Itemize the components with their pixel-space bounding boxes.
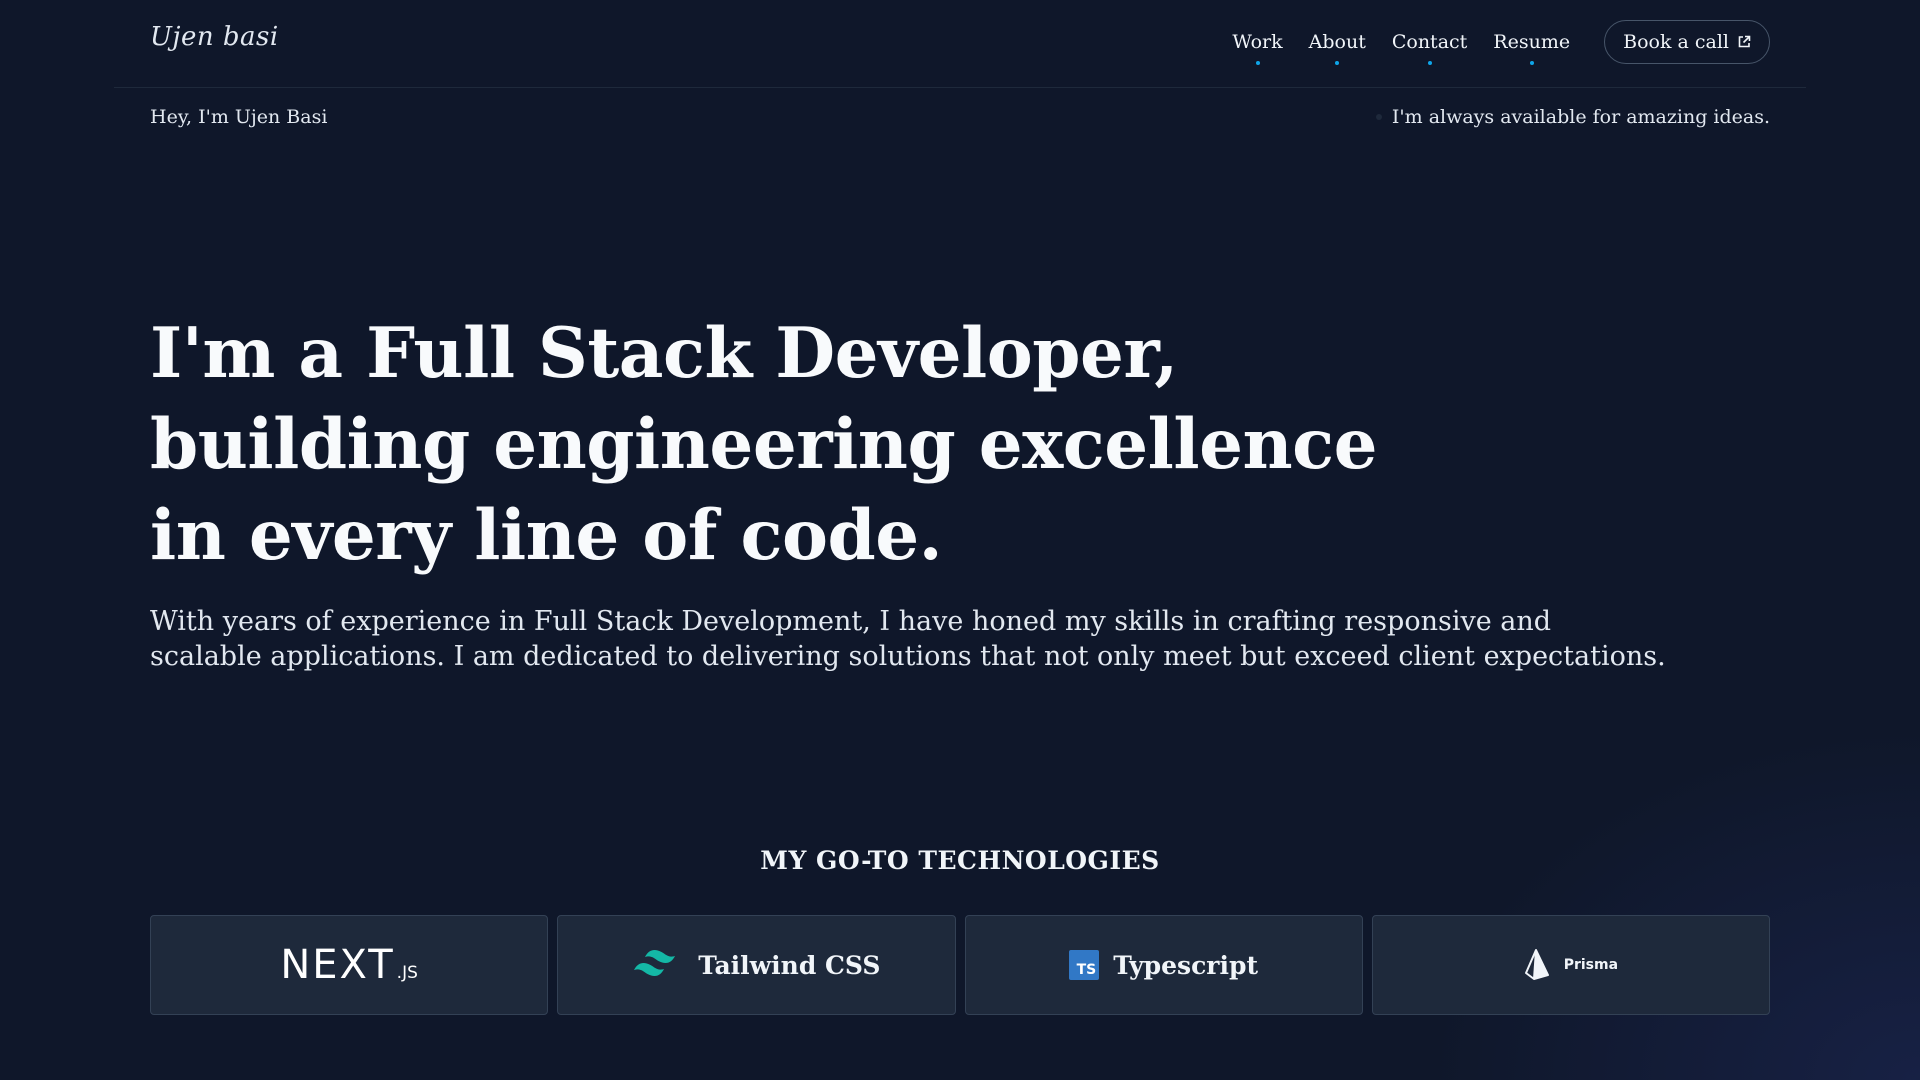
book-a-call-label: Book a call	[1623, 31, 1729, 53]
external-link-icon	[1738, 35, 1751, 48]
nav-link-work[interactable]: Work	[1232, 21, 1283, 65]
nav-link-about[interactable]: About	[1308, 21, 1366, 65]
main-nav: Work About Contact Resume Book a call	[1206, 20, 1770, 65]
tech-label: Typescript	[1113, 950, 1258, 980]
hero-description-line: scalable applications. I am dedicated to…	[150, 641, 1666, 672]
site-header: Ujen basi Work About Contact Resume Book…	[114, 0, 1806, 88]
tech-label: Prisma	[1563, 957, 1619, 973]
hero-title-line: in every line of code.	[150, 495, 943, 576]
nav-link-label: Contact	[1391, 31, 1468, 53]
nav-link-label: Work	[1232, 31, 1283, 53]
hero-title-line: I'm a Full Stack Developer,	[150, 313, 1178, 394]
technologies-heading: MY GO-TO TECHNOLOGIES	[760, 846, 1160, 875]
tailwind-icon	[634, 949, 676, 977]
greeting-text: Hey, I'm Ujen Basi	[150, 106, 328, 128]
nav-link-label: Resume	[1493, 31, 1571, 53]
typescript-icon: TS	[1069, 950, 1100, 980]
hero-title: I'm a Full Stack Developer, building eng…	[150, 308, 1450, 581]
availability-status: I'm always available for amazing ideas.	[1375, 106, 1770, 128]
tech-label: Tailwind CSS	[698, 950, 881, 980]
status-dot-icon	[1375, 114, 1382, 120]
nav-link-resume[interactable]: Resume	[1493, 21, 1571, 65]
nextjs-logo-suffix: .JS	[396, 963, 418, 983]
nextjs-logo: NEXT .JS	[280, 942, 418, 988]
nextjs-logo-text: NEXT	[280, 942, 395, 988]
nav-indicator-dot	[1335, 61, 1340, 65]
book-a-call-button[interactable]: Book a call	[1604, 20, 1770, 64]
technologies-list: NEXT .JS Tailwind CSS TS Typescript Pris…	[150, 915, 1770, 1015]
prisma-icon	[1524, 949, 1549, 980]
nav-link-label: About	[1308, 31, 1366, 53]
hero-description: With years of experience in Full Stack D…	[150, 604, 1666, 674]
availability-text: I'm always available for amazing ideas.	[1391, 106, 1770, 128]
nav-indicator-dot	[1529, 61, 1534, 65]
nav-link-contact[interactable]: Contact	[1391, 21, 1468, 65]
nav-indicator-dot	[1427, 61, 1432, 65]
nav-indicator-dot	[1255, 61, 1260, 65]
tech-card-tailwind: Tailwind CSS	[557, 915, 956, 1015]
site-logo[interactable]: Ujen basi	[150, 22, 279, 52]
tech-card-nextjs: NEXT .JS	[150, 915, 549, 1015]
hero-title-line: building engineering excellence	[150, 404, 1378, 485]
tech-card-typescript: TS Typescript	[964, 915, 1363, 1015]
typescript-badge-text: TS	[1076, 962, 1097, 978]
tech-card-prisma: Prisma	[1371, 915, 1770, 1015]
hero-description-line: With years of experience in Full Stack D…	[150, 606, 1552, 637]
